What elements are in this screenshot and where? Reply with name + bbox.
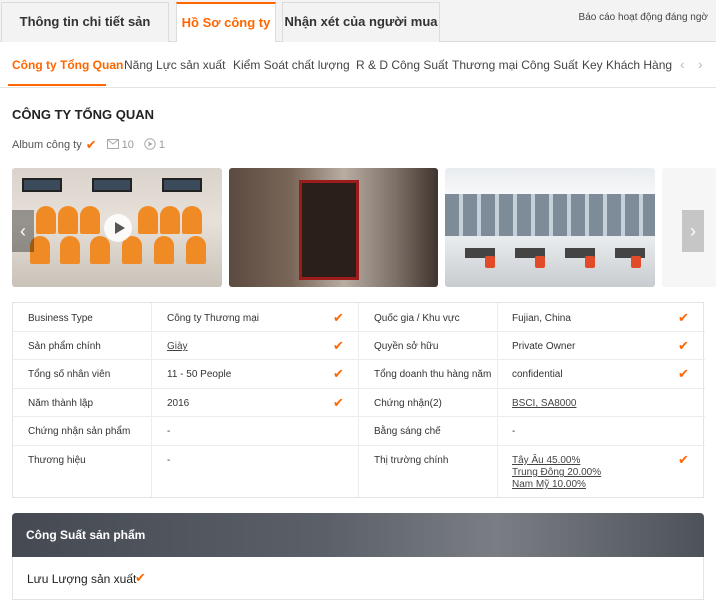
verified-check-icon: ✔ [333, 395, 344, 410]
staff-member [160, 206, 180, 234]
video-count: 1 [158, 139, 165, 151]
chevron-right-icon[interactable]: › [698, 56, 703, 72]
info-label-year-established: Năm thành lập [28, 398, 94, 409]
info-value-patents: - [512, 426, 516, 437]
info-label-business-type: Business Type [28, 313, 93, 324]
capacity-banner: Công Suất sản phẩm [12, 513, 704, 557]
company-sub-nav: Công ty Tổng Quan Năng Lực sản xuất Kiểm… [0, 42, 716, 88]
verified-check-icon: ✔ [333, 310, 344, 325]
staff-member [60, 236, 80, 264]
capacity-body: Lưu Lượng sản xuất ✔ [12, 557, 704, 600]
page-title: CÔNG TY TỔNG QUAN [12, 107, 155, 122]
subnav-trade-capacity[interactable]: Thương mại Công Suất [452, 58, 578, 72]
staff-member [36, 206, 56, 234]
table-divider [13, 388, 705, 389]
info-value-country: Fujian, China [512, 313, 571, 324]
info-label-main-markets: Thị trường chính [374, 455, 449, 466]
chevron-left-icon[interactable]: ‹ [680, 56, 685, 72]
info-label-patents: Bằng sáng chế [374, 426, 441, 437]
table-divider [13, 445, 705, 446]
info-label-employees: Tổng số nhân viên [28, 369, 111, 380]
verified-check-icon: ✔ [333, 366, 344, 381]
table-divider [13, 416, 705, 417]
album-label: Album công ty [12, 139, 82, 151]
info-label-main-products: Sản phẩm chính [28, 341, 101, 352]
tab-company-profile[interactable]: Hồ Sơ công ty [176, 2, 276, 43]
production-flow-label: Lưu Lượng sản xuất [27, 572, 137, 586]
market-link[interactable]: Trung Đông 20.00% [512, 467, 601, 478]
subnav-quality-control[interactable]: Kiểm Soát chất lượng [233, 58, 350, 72]
album-row: Album công ty ✔ 10 1 [12, 137, 165, 153]
info-value-employees: 11 - 50 People [167, 369, 232, 380]
play-icon[interactable] [104, 214, 132, 242]
staff-member [80, 206, 100, 234]
info-value-business-type: Công ty Thương mại [167, 313, 259, 324]
info-label-certifications: Chứng nhận(2) [374, 398, 442, 409]
verified-check-icon: ✔ [678, 338, 689, 353]
table-divider [497, 303, 498, 497]
subnav-key-customers[interactable]: Key Khách Hàng [582, 58, 672, 72]
market-link[interactable]: Tây Âu 45.00% [512, 455, 580, 466]
table-divider [13, 331, 705, 332]
table-divider [358, 303, 359, 497]
staff-member [154, 236, 174, 264]
wall-screen [92, 178, 132, 192]
gallery-prev-arrow-icon[interactable]: ‹ [12, 210, 34, 252]
subnav-rnd-capacity[interactable]: R & D Công Suất [356, 58, 448, 72]
table-divider [151, 303, 152, 497]
subnav-production-capacity[interactable]: Năng Lực sản xuất [124, 58, 225, 72]
info-value-brand: - [167, 455, 171, 466]
info-value-product-certification: - [167, 426, 171, 437]
company-photo-team-video[interactable] [12, 168, 222, 287]
top-tab-bar: Thông tin chi tiết sản phẩm Hồ Sơ công t… [0, 0, 716, 67]
gallery-next-arrow-icon[interactable]: › [682, 210, 704, 252]
company-photo-office[interactable] [445, 168, 655, 287]
table-divider [13, 359, 705, 360]
report-suspicious-link[interactable]: Báo cáo hoạt động đáng ngờ [579, 12, 708, 23]
info-label-ownership: Quyền sở hữu [374, 341, 439, 352]
info-value-main-products[interactable]: Giày [167, 341, 188, 352]
office-chair [631, 256, 641, 268]
verified-check-icon: ✔ [678, 452, 689, 467]
company-photo-entrance[interactable] [229, 168, 438, 287]
verified-check-icon: ✔ [85, 137, 97, 152]
photo-icon [106, 138, 119, 152]
company-info-table: Business Type Công ty Thương mại ✔ Sản p… [12, 302, 705, 498]
wall-screen [22, 178, 62, 192]
staff-member [138, 206, 158, 234]
office-chair [535, 256, 545, 268]
staff-member [90, 236, 110, 264]
subnav-company-overview[interactable]: Công ty Tổng Quan [12, 58, 123, 72]
info-label-annual-revenue: Tổng doanh thu hàng năm [374, 369, 492, 380]
office-chair [485, 256, 495, 268]
entrance-door [299, 180, 359, 280]
market-link[interactable]: Nam Mỹ 10.00% [512, 479, 586, 490]
info-label-product-certification: Chứng nhận sản phẩm [28, 426, 131, 437]
info-value-certifications[interactable]: BSCI, SA8000 [512, 398, 576, 409]
verified-check-icon: ✔ [678, 366, 689, 381]
info-value-ownership: Private Owner [512, 341, 576, 352]
info-value-annual-revenue: confidential [512, 369, 563, 380]
verified-check-icon: ✔ [333, 338, 344, 353]
staff-member [182, 206, 202, 234]
staff-member [122, 236, 142, 264]
wall-screen [162, 178, 202, 192]
video-icon [144, 137, 156, 153]
office-windows [445, 194, 655, 236]
staff-member [186, 236, 206, 264]
info-value-year-established: 2016 [167, 398, 190, 409]
info-label-brand: Thương hiệu [28, 455, 86, 466]
tab-product-details[interactable]: Thông tin chi tiết sản phẩm [1, 2, 169, 67]
tab-buyer-reviews[interactable]: Nhận xét của người mua [282, 2, 440, 42]
active-tab-underline [8, 84, 106, 86]
verified-check-icon: ✔ [135, 570, 146, 585]
verified-check-icon: ✔ [678, 310, 689, 325]
office-chair [585, 256, 595, 268]
capacity-title: Công Suất sản phẩm [26, 528, 146, 542]
photo-count: 10 [121, 139, 134, 151]
staff-member [58, 206, 78, 234]
info-label-country: Quốc gia / Khu vực [374, 313, 460, 324]
